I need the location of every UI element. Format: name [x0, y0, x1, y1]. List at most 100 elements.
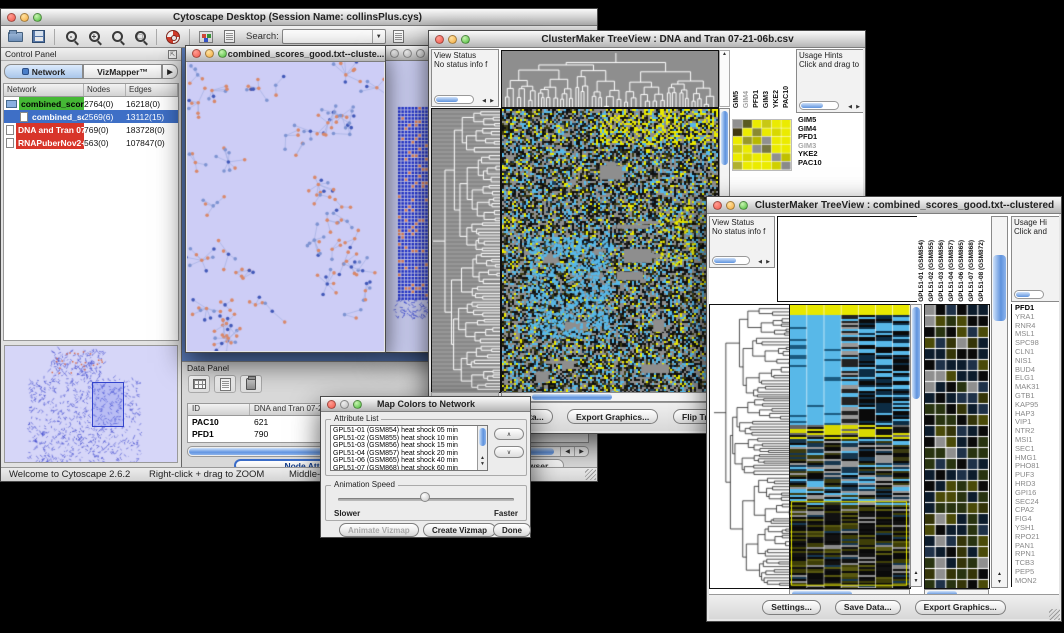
- row-dendrogram[interactable]: [431, 108, 501, 393]
- dialog-titlebar[interactable]: Map Colors to Network: [321, 397, 530, 412]
- minimize-button[interactable]: [205, 49, 214, 58]
- column-label[interactable]: GIM3: [762, 91, 772, 108]
- scroll-left-arrow[interactable]: ◀: [758, 259, 762, 265]
- minimize-button[interactable]: [20, 13, 29, 22]
- birdseye-viewport-rect[interactable]: [92, 382, 124, 427]
- col-edges[interactable]: Edges: [126, 84, 178, 96]
- zoomed-heatmap[interactable]: [924, 304, 990, 589]
- move-down-button[interactable]: ∨: [494, 446, 524, 458]
- network-row[interactable]: RNAPuberNov2+|563(0)107847(0): [4, 136, 178, 149]
- minimize-button[interactable]: [340, 400, 349, 409]
- column-label[interactable]: GPL51-03 (GSM856): [937, 240, 947, 302]
- modify-network-button[interactable]: [196, 28, 216, 46]
- net1-titlebar[interactable]: combined_scores_good.txt--cluste...: [186, 46, 385, 62]
- scroll-left-arrow[interactable]: ◀: [560, 447, 574, 456]
- view-status-scrollbar[interactable]: [434, 95, 474, 104]
- network-name[interactable]: RNAPuberNov2+|: [16, 136, 84, 149]
- expression-heatmap[interactable]: [789, 304, 911, 589]
- scroll-right-arrow[interactable]: ▶: [766, 259, 770, 265]
- zoom-button[interactable]: [33, 13, 42, 22]
- tv1-titlebar[interactable]: ClusterMaker TreeView : DNA and Tran 07-…: [429, 31, 865, 48]
- attribute-item[interactable]: GPL51-04 (GSM857) heat shock 20 min: [333, 450, 476, 458]
- column-label[interactable]: GIM4: [742, 91, 752, 108]
- network-name[interactable]: DNA and Tran 07: [16, 123, 84, 136]
- tab-network[interactable]: Network: [4, 64, 83, 79]
- more-tabs-button[interactable]: ▶: [162, 64, 178, 79]
- move-up-button[interactable]: ∧: [494, 428, 524, 440]
- close-button[interactable]: [7, 13, 16, 22]
- column-label[interactable]: YKE2: [772, 90, 782, 108]
- open-session-button[interactable]: [5, 28, 25, 46]
- zoom-fit-button[interactable]: □: [130, 28, 150, 46]
- select-attributes-button[interactable]: [188, 375, 210, 393]
- network-name[interactable]: combined_sco: [30, 110, 84, 123]
- row-label[interactable]: PAC10: [798, 159, 822, 168]
- scroll-down-arrow[interactable]: ▼: [911, 578, 921, 584]
- create-vizmap-button[interactable]: Create Vizmap: [423, 523, 496, 537]
- attribute-item[interactable]: GPL51-06 (GSM865) heat shock 40 min: [333, 457, 476, 465]
- main-titlebar[interactable]: Cytoscape Desktop (Session Name: collins…: [1, 9, 597, 26]
- column-label[interactable]: GPL51-06 (GSM865): [957, 240, 967, 302]
- col-network[interactable]: Network: [4, 84, 84, 96]
- network-row[interactable]: DNA and Tran 07769(0)183728(0): [4, 123, 178, 136]
- animate-vizmap-button[interactable]: Animate Vizmap: [339, 523, 419, 537]
- delete-attribute-button[interactable]: [240, 375, 262, 393]
- tv2-right-vscrollbar[interactable]: ▲ ▼: [991, 216, 1008, 588]
- speed-slider-thumb[interactable]: [420, 492, 430, 502]
- resize-grip[interactable]: [1049, 609, 1060, 620]
- minimize-button[interactable]: [403, 49, 412, 58]
- column-label[interactable]: GPL51-02 (GSM855): [927, 240, 937, 302]
- tab-vizmapper[interactable]: VizMapper™: [83, 64, 162, 79]
- close-button[interactable]: [327, 400, 336, 409]
- column-scroll-strip[interactable]: ▲: [719, 50, 730, 107]
- scrollbar-thumb[interactable]: [479, 428, 486, 446]
- scroll-down-arrow[interactable]: ▼: [992, 579, 1007, 585]
- zoom-out-button[interactable]: -: [61, 28, 81, 46]
- tv2-vscrollbar[interactable]: ▲ ▼: [910, 304, 922, 587]
- usage-hints-scrollbar[interactable]: [1014, 290, 1044, 299]
- usage-hints-scrollbar[interactable]: [799, 101, 839, 110]
- search-input[interactable]: ▼: [282, 29, 386, 44]
- column-dendrogram[interactable]: [501, 50, 719, 108]
- zoom-button[interactable]: [353, 400, 362, 409]
- column-label[interactable]: GPL51-01 (GSM854): [917, 240, 927, 302]
- zoom-selected-button[interactable]: [107, 28, 127, 46]
- column-label[interactable]: GPL51-07 (GSM868): [967, 240, 977, 302]
- scroll-left-arrow[interactable]: ◀: [848, 104, 852, 110]
- network-name[interactable]: combined_scores: [19, 97, 84, 110]
- scroll-right-arrow[interactable]: ▶: [490, 98, 494, 104]
- col-id[interactable]: ID: [188, 404, 250, 415]
- col-nodes[interactable]: Nodes: [84, 84, 126, 96]
- column-label[interactable]: GIM5: [732, 91, 742, 108]
- attribute-item[interactable]: GPL51-02 (GSM855) heat shock 10 min: [333, 435, 476, 443]
- close-button[interactable]: [192, 49, 201, 58]
- tv2-titlebar[interactable]: ClusterMaker TreeView : combined_scores_…: [707, 197, 1061, 214]
- resize-grip[interactable]: [585, 469, 596, 480]
- scroll-up-arrow[interactable]: ▲: [992, 571, 1007, 577]
- network-row[interactable]: combined_scores2764(0)16218(0): [4, 97, 178, 110]
- export-graphics-button[interactable]: Export Graphics...: [915, 600, 1006, 615]
- zoom-button[interactable]: [739, 201, 748, 210]
- scroll-down-arrow[interactable]: ▼: [478, 461, 487, 469]
- float-panel-icon[interactable]: ⇱: [168, 50, 177, 59]
- minimize-button[interactable]: [448, 35, 457, 44]
- attribute-item[interactable]: GPL51-01 (GSM854) heat shock 05 min: [333, 427, 476, 435]
- tv1-hscrollbar[interactable]: [501, 392, 719, 402]
- zoom-button[interactable]: [416, 49, 425, 58]
- network-view-1[interactable]: [187, 62, 384, 351]
- attribute-listbox[interactable]: GPL51-01 (GSM854) heat shock 05 minGPL51…: [330, 425, 488, 471]
- import-attributes-button[interactable]: [389, 28, 409, 46]
- correlation-matrix[interactable]: [732, 119, 792, 171]
- export-graphics-button[interactable]: Export Graphics...: [567, 409, 658, 424]
- save-data-button[interactable]: Save Data...: [835, 600, 901, 615]
- done-button[interactable]: Done: [493, 523, 531, 537]
- combo-arrow-icon[interactable]: ▼: [372, 30, 385, 43]
- close-button[interactable]: [713, 201, 722, 210]
- help-button[interactable]: [163, 28, 183, 46]
- scroll-left-arrow[interactable]: ◀: [482, 98, 486, 104]
- scroll-right-arrow[interactable]: ▶: [574, 447, 588, 456]
- settings-button[interactable]: Settings...: [762, 600, 821, 615]
- scroll-right-arrow[interactable]: ▶: [856, 104, 860, 110]
- column-label[interactable]: GPL51-04 (GSM857): [947, 240, 957, 302]
- network-row[interactable]: combined_sco2569(6)13112(15): [4, 110, 178, 123]
